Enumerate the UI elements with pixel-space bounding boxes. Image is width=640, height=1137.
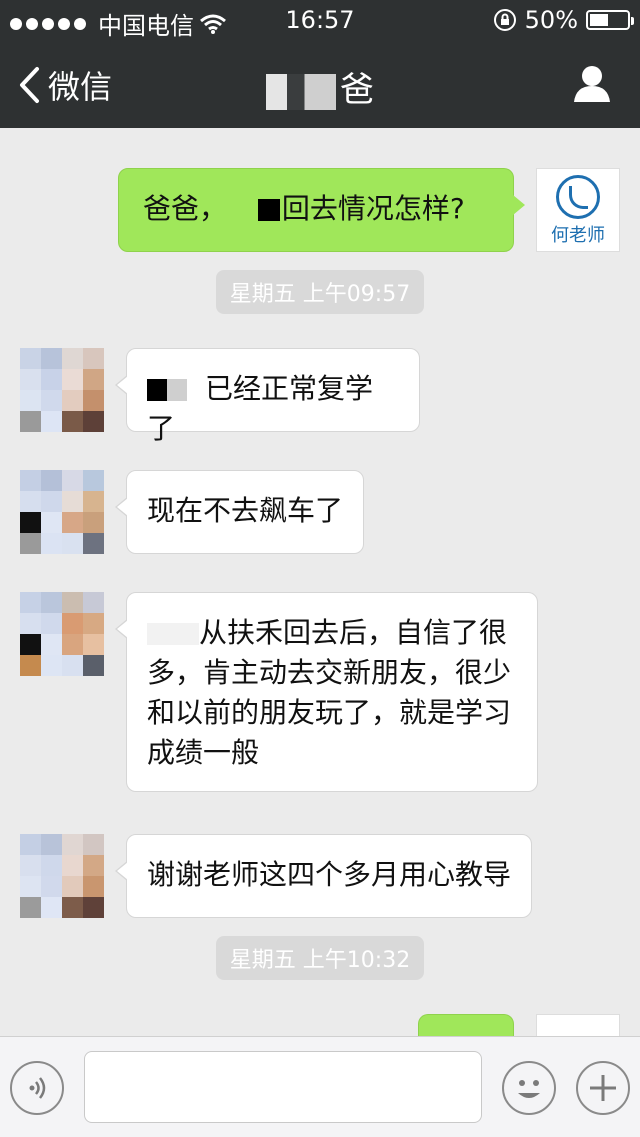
chat-title: 爸: [0, 62, 640, 111]
emoji-icon: [518, 1080, 540, 1098]
voice-button[interactable]: [10, 1061, 64, 1115]
my-message-bubble[interactable]: 爸爸， 回去情况怎样?: [118, 168, 525, 252]
more-button[interactable]: [576, 1061, 630, 1115]
battery-percent: 50%: [524, 6, 578, 34]
nav-bar: 微信 爸: [0, 40, 640, 128]
rotation-lock-icon: [493, 9, 516, 31]
emoji-button[interactable]: [502, 1061, 556, 1115]
name-mosaic: [147, 623, 199, 645]
message-text: 从扶禾回去后，自信了很多，肯主动去交新朋友，很少和以前的朋友玩了，就是学习成绩一…: [147, 616, 512, 769]
status-bar: 中国电信 16:57 50%: [0, 0, 640, 40]
timestamp-text: 星期五 上午09:57: [215, 270, 425, 314]
contact-message-bubble[interactable]: 已经正常复学了: [115, 348, 420, 445]
voice-icon: [29, 1077, 46, 1099]
timestamp: 星期五 上午10:32: [0, 936, 640, 980]
contact-message-bubble[interactable]: 现在不去飙车了: [115, 470, 364, 554]
input-bar: [0, 1036, 640, 1137]
title-mosaic: [266, 73, 336, 110]
contact-avatar[interactable]: [20, 592, 104, 676]
teacher-avatar[interactable]: 何老师: [536, 168, 620, 252]
timestamp-text: 星期五 上午10:32: [215, 936, 425, 980]
battery-fill: [590, 14, 608, 26]
message-text-2: 回去情况怎样?: [281, 192, 465, 225]
contact-message-bubble[interactable]: 从扶禾回去后，自信了很多，肯主动去交新朋友，很少和以前的朋友玩了，就是学习成绩一…: [115, 592, 538, 792]
name-mosaic: [147, 379, 167, 401]
contact-avatar[interactable]: [20, 470, 104, 554]
timestamp: 星期五 上午09:57: [0, 270, 640, 314]
plus-icon: [590, 1075, 616, 1101]
teacher-avatar-partial[interactable]: [536, 1014, 620, 1036]
profile-icon[interactable]: [572, 64, 612, 104]
teacher-avatar-name: 何老师: [551, 225, 605, 246]
message-text: 现在不去飙车了: [147, 494, 344, 527]
school-logo-icon: [556, 175, 600, 219]
message-text: 谢谢老师这四个多月用心教导: [147, 858, 512, 891]
contact-avatar[interactable]: [20, 834, 104, 918]
name-mosaic: [257, 199, 280, 221]
name-mosaic: [167, 379, 187, 401]
chat-area[interactable]: 爸爸， 回去情况怎样? 何老师 星期五 上午09:57 已经正常复学了 现在不去…: [0, 128, 640, 1061]
message-text: 爸爸，: [143, 192, 228, 225]
contact-message-bubble[interactable]: 谢谢老师这四个多月用心教导: [115, 834, 532, 918]
contact-avatar[interactable]: [20, 348, 104, 432]
status-right: 50%: [493, 6, 634, 34]
message-input[interactable]: [84, 1051, 482, 1123]
chat-title-text: 爸: [340, 70, 374, 110]
battery-icon: [586, 10, 634, 30]
